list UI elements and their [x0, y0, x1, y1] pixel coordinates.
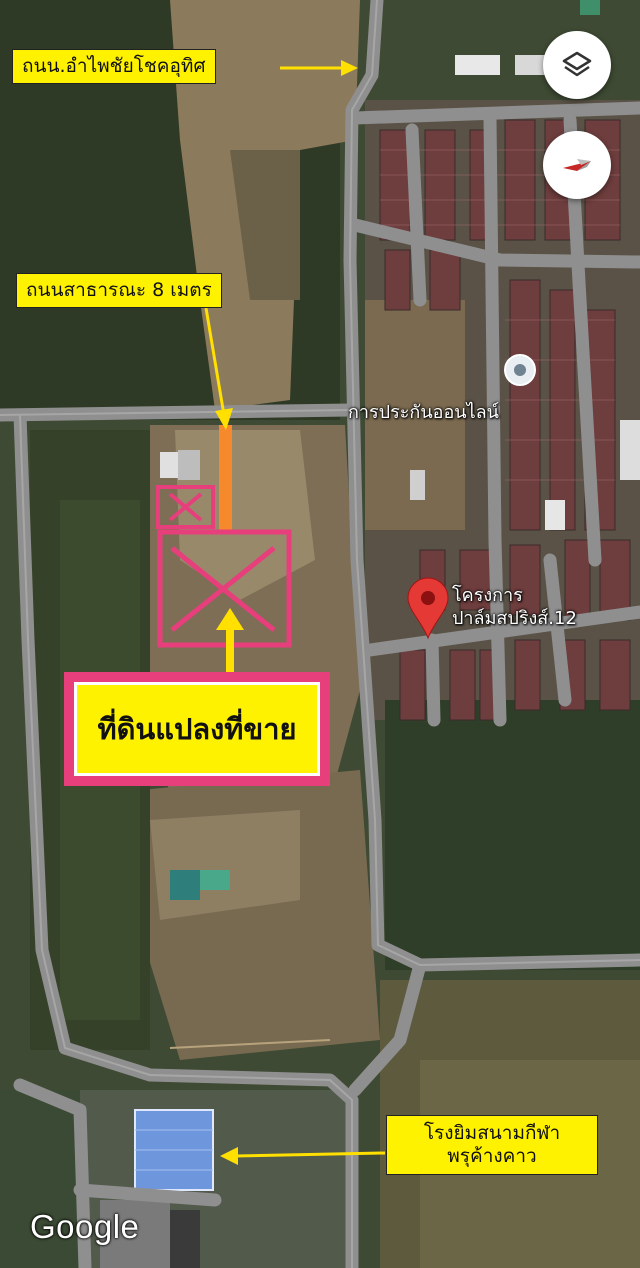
label-gym-line2: พรุค้างคาว	[447, 1144, 537, 1167]
place-label-insurance[interactable]: การประกันออนไลน์	[348, 402, 499, 425]
land-for-sale-banner: ที่ดินแปลงที่ขาย	[64, 672, 330, 786]
gym-building	[134, 1109, 214, 1191]
compass-icon	[563, 159, 591, 171]
label-gym: โรงยิมสนามกีฬา พรุค้างคาว	[386, 1115, 598, 1175]
layers-button[interactable]	[543, 31, 611, 99]
road-estate-v1	[405, 123, 427, 307]
place-label-project-line2: ปาล์มสปริงส์.12	[452, 607, 577, 629]
google-logo: Google	[30, 1208, 140, 1245]
label-road-public: ถนนสาธารณะ 8 เมตร	[16, 273, 222, 308]
compass-button[interactable]	[543, 131, 611, 199]
insurance-place-icon[interactable]	[504, 354, 536, 386]
place-label-project[interactable]: โครงการ ปาล์มสปริงส์.12	[452, 585, 577, 630]
land-for-sale-label: ที่ดินแปลงที่ขาย	[97, 712, 297, 746]
place-label-project-line1: โครงการ	[452, 585, 523, 606]
label-gym-line1: โรงยิมสนามกีฬา	[423, 1122, 561, 1144]
road-estate-v4	[425, 633, 441, 727]
label-road-main: ถนน.อำไพชัยโชคอุทิศ	[12, 49, 216, 84]
public-road-marker	[219, 425, 232, 533]
layers-icon	[562, 51, 592, 77]
satellite-map[interactable]	[0, 0, 640, 1268]
